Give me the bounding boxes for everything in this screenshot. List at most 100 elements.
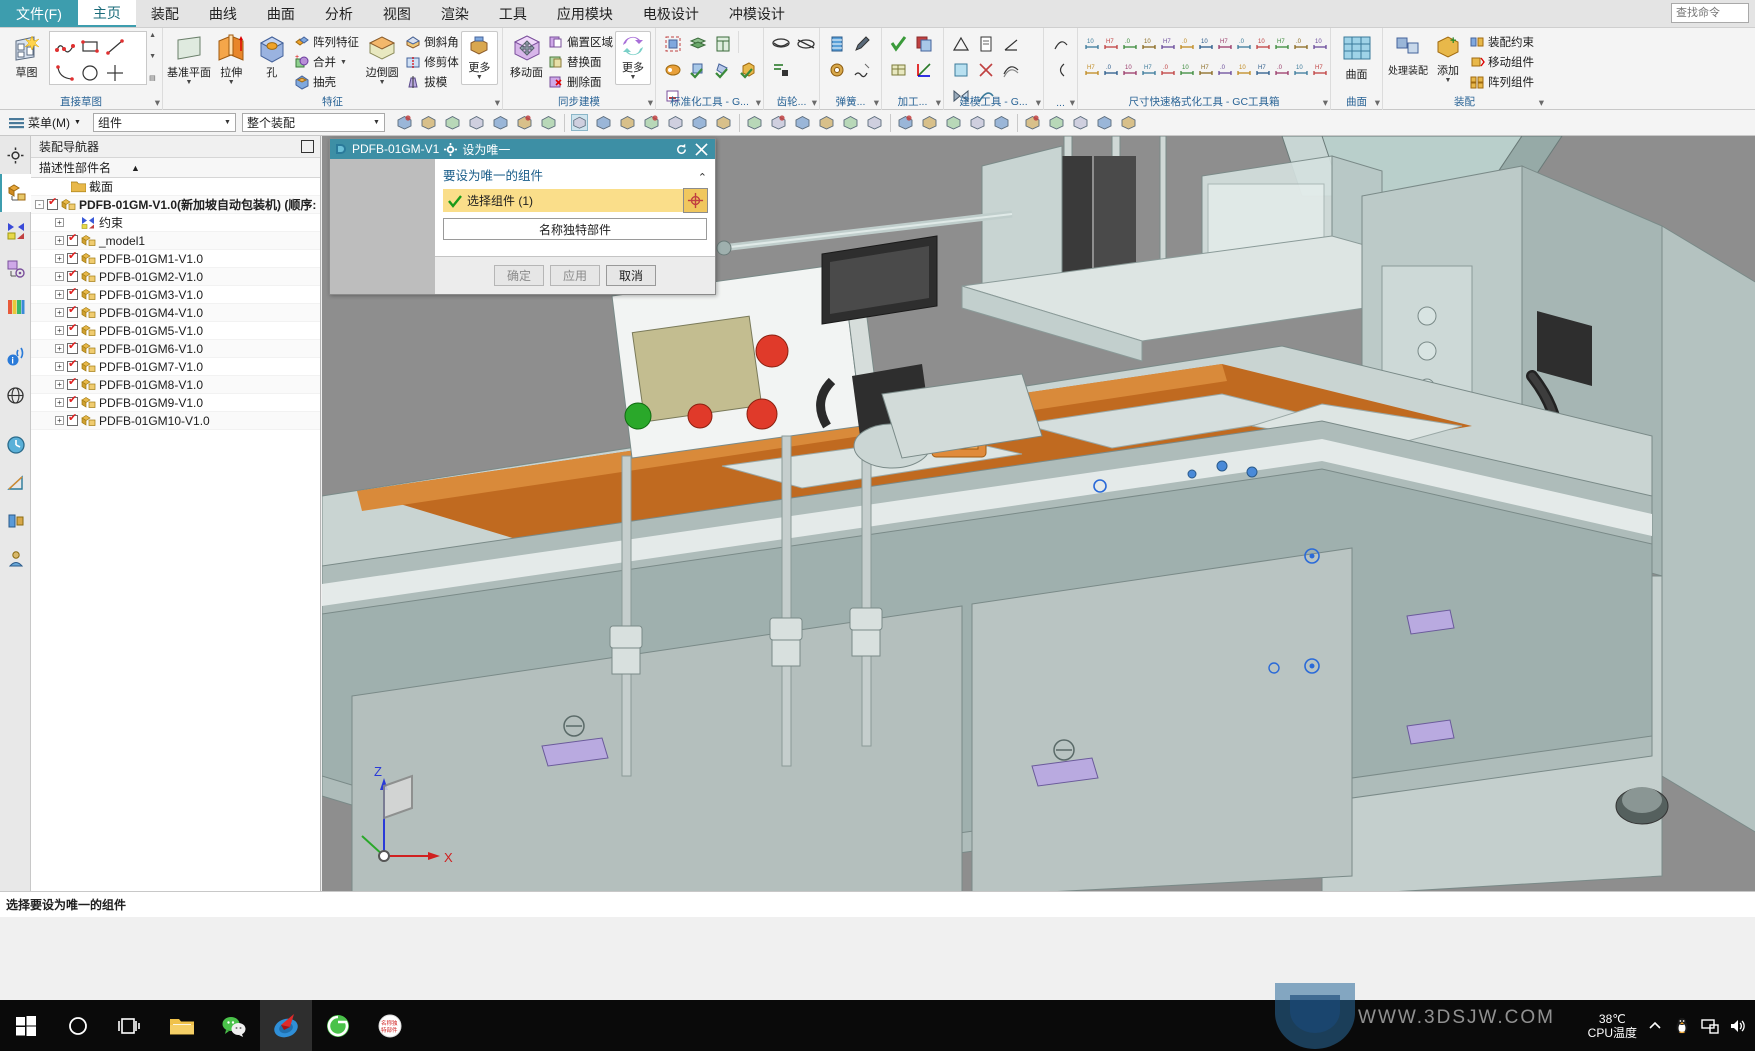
dim-tool-export[interactable]: 10	[1291, 57, 1310, 83]
mod-tool-4[interactable]	[948, 57, 973, 83]
rail-web-browser[interactable]	[0, 376, 31, 414]
spring-tool-3[interactable]	[824, 57, 849, 83]
unite-button[interactable]: + 合并 ▼	[292, 52, 361, 72]
tree-expander[interactable]: +	[55, 308, 64, 317]
extrude-dropdown[interactable]: ▼	[228, 79, 235, 86]
move-component-button[interactable]: 移动组件	[1467, 52, 1536, 72]
mod-tool-1[interactable]	[948, 31, 973, 57]
rail-part-navigator[interactable]	[0, 250, 31, 288]
more-sync-button[interactable]: 更多 ▼	[615, 31, 651, 85]
assembly-filter-select[interactable]: 整个装配 ▼	[241, 113, 385, 132]
clip-button[interactable]	[1093, 111, 1117, 135]
section-box-button[interactable]	[537, 111, 561, 135]
handle-assembly-button[interactable]: 处理装配	[1387, 31, 1429, 77]
dim-tool-gap[interactable]: H7	[1253, 57, 1272, 83]
dim-tool-edit[interactable]: 10	[1253, 31, 1272, 57]
tree-checkbox[interactable]	[67, 395, 78, 408]
dim-tool-chain[interactable]: H7	[1158, 31, 1177, 57]
tree-row[interactable]: - PDFB-01GM-V1.0(新加坡自动包装机) (顺序:	[31, 196, 320, 214]
ribbon-tab-6[interactable]: 渲染	[426, 0, 484, 27]
sketch-mode-button[interactable]	[1045, 111, 1069, 135]
tree-expander[interactable]: +	[55, 362, 64, 371]
std-tool-4[interactable]	[660, 57, 685, 83]
dim-tool-auto[interactable]: 10	[1082, 31, 1101, 57]
reference-set-button[interactable]	[942, 111, 966, 135]
tree-row[interactable]: 截面	[31, 178, 320, 196]
navigator-column-header[interactable]: 描述性部件名 ▲	[31, 158, 320, 178]
chamfer-button[interactable]: 倒斜角	[403, 32, 461, 52]
ribbon-tab-9[interactable]: 电极设计	[628, 0, 714, 27]
tree-row[interactable]: + PDFB-01GM9-V1.0	[31, 394, 320, 412]
tree-checkbox[interactable]	[67, 251, 78, 264]
dim-tool-linear[interactable]: H7	[1101, 31, 1120, 57]
replace-face-button[interactable]: 替换面	[546, 52, 615, 72]
arc-tool[interactable]	[52, 60, 77, 86]
pan-button[interactable]	[839, 111, 863, 135]
ribbon-tab-4[interactable]: 分析	[310, 0, 368, 27]
ribbon-tab-5[interactable]: 视图	[368, 0, 426, 27]
mach-tool-3[interactable]	[886, 57, 911, 83]
wechat-button[interactable]	[208, 1000, 260, 1051]
ribbon-tab-3[interactable]: 曲面	[252, 0, 310, 27]
ribbon-tab-7[interactable]: 工具	[484, 0, 542, 27]
tree-expander[interactable]: -	[35, 200, 44, 209]
zoom-button[interactable]	[791, 111, 815, 135]
mod-tool-2[interactable]	[973, 31, 998, 57]
more-features-button[interactable]: 更多 ▼	[460, 31, 498, 85]
browser-360-button[interactable]	[312, 1000, 364, 1051]
tree-expander[interactable]: +	[55, 272, 64, 281]
tree-checkbox[interactable]	[67, 341, 78, 354]
curve-tool-button[interactable]	[664, 111, 688, 135]
close-icon[interactable]	[695, 142, 708, 156]
menu-button[interactable]: 菜单(M) ▼	[4, 114, 85, 131]
tree-expander[interactable]: +	[55, 236, 64, 245]
rotate-button[interactable]	[815, 111, 839, 135]
rail-snapshot[interactable]	[0, 502, 31, 540]
nx-app-button[interactable]	[260, 1000, 312, 1051]
std-tool-5[interactable]	[685, 57, 710, 83]
rail-measure[interactable]	[0, 464, 31, 502]
dim-tool-prefix[interactable]: H7	[1082, 57, 1101, 83]
rail-hd3d-tools[interactable]: i	[0, 338, 31, 376]
trim-body-button[interactable]: 修剪体	[403, 52, 461, 72]
tree-checkbox[interactable]	[67, 359, 78, 372]
misc-tool-2[interactable]	[1048, 57, 1073, 83]
tree-checkbox[interactable]	[67, 269, 78, 282]
std-tool-2[interactable]	[685, 31, 710, 57]
tree-row[interactable]: + 约束	[31, 214, 320, 232]
tree-checkbox[interactable]	[67, 323, 78, 336]
tree-expander[interactable]: +	[55, 416, 64, 425]
dim-tool-font[interactable]: .0	[1215, 57, 1234, 83]
surface-button[interactable]: 曲面	[1335, 31, 1378, 82]
volume-icon[interactable]	[1729, 1017, 1747, 1035]
cortana-search-button[interactable]	[52, 1000, 104, 1051]
file-explorer-button[interactable]	[156, 1000, 208, 1051]
visual-analysis-button[interactable]	[990, 111, 1014, 135]
refresh-icon[interactable]	[444, 142, 458, 156]
rendering-style-button[interactable]	[616, 111, 640, 135]
dim-tool-batch[interactable]: H7	[1272, 31, 1291, 57]
sketch-tools-gallery[interactable]	[49, 31, 148, 86]
mach-tool-4[interactable]	[911, 57, 936, 83]
hole-button[interactable]: 孔	[252, 31, 293, 80]
dim-tool-symbol[interactable]: .0	[1234, 31, 1253, 57]
dim-tool-round[interactable]: 10	[1120, 57, 1139, 83]
std-tool-1[interactable]	[660, 31, 685, 57]
dim-tool-color[interactable]: H7	[1196, 57, 1215, 83]
move-face-button[interactable]: 移动面	[507, 31, 546, 80]
network-icon[interactable]	[1701, 1017, 1719, 1035]
mach-tool-1[interactable]	[886, 31, 911, 57]
sketch-button[interactable]: 草图	[4, 31, 49, 80]
tree-expander[interactable]: +	[55, 398, 64, 407]
select-component-row[interactable]: 选择组件 (1)	[443, 188, 708, 213]
rail-settings[interactable]	[0, 136, 31, 174]
display-mode-button[interactable]	[966, 111, 990, 135]
find-command-input[interactable]	[1671, 3, 1749, 23]
unique-name-part-field[interactable]: 名称独特部件	[443, 218, 707, 240]
rail-roles[interactable]	[0, 540, 31, 578]
ribbon-tab-1[interactable]: 装配	[136, 0, 194, 27]
orient-view-button[interactable]	[894, 111, 918, 135]
tree-expander[interactable]: +	[55, 254, 64, 263]
tree-expander[interactable]: +	[55, 290, 64, 299]
layer-settings-button[interactable]	[918, 111, 942, 135]
